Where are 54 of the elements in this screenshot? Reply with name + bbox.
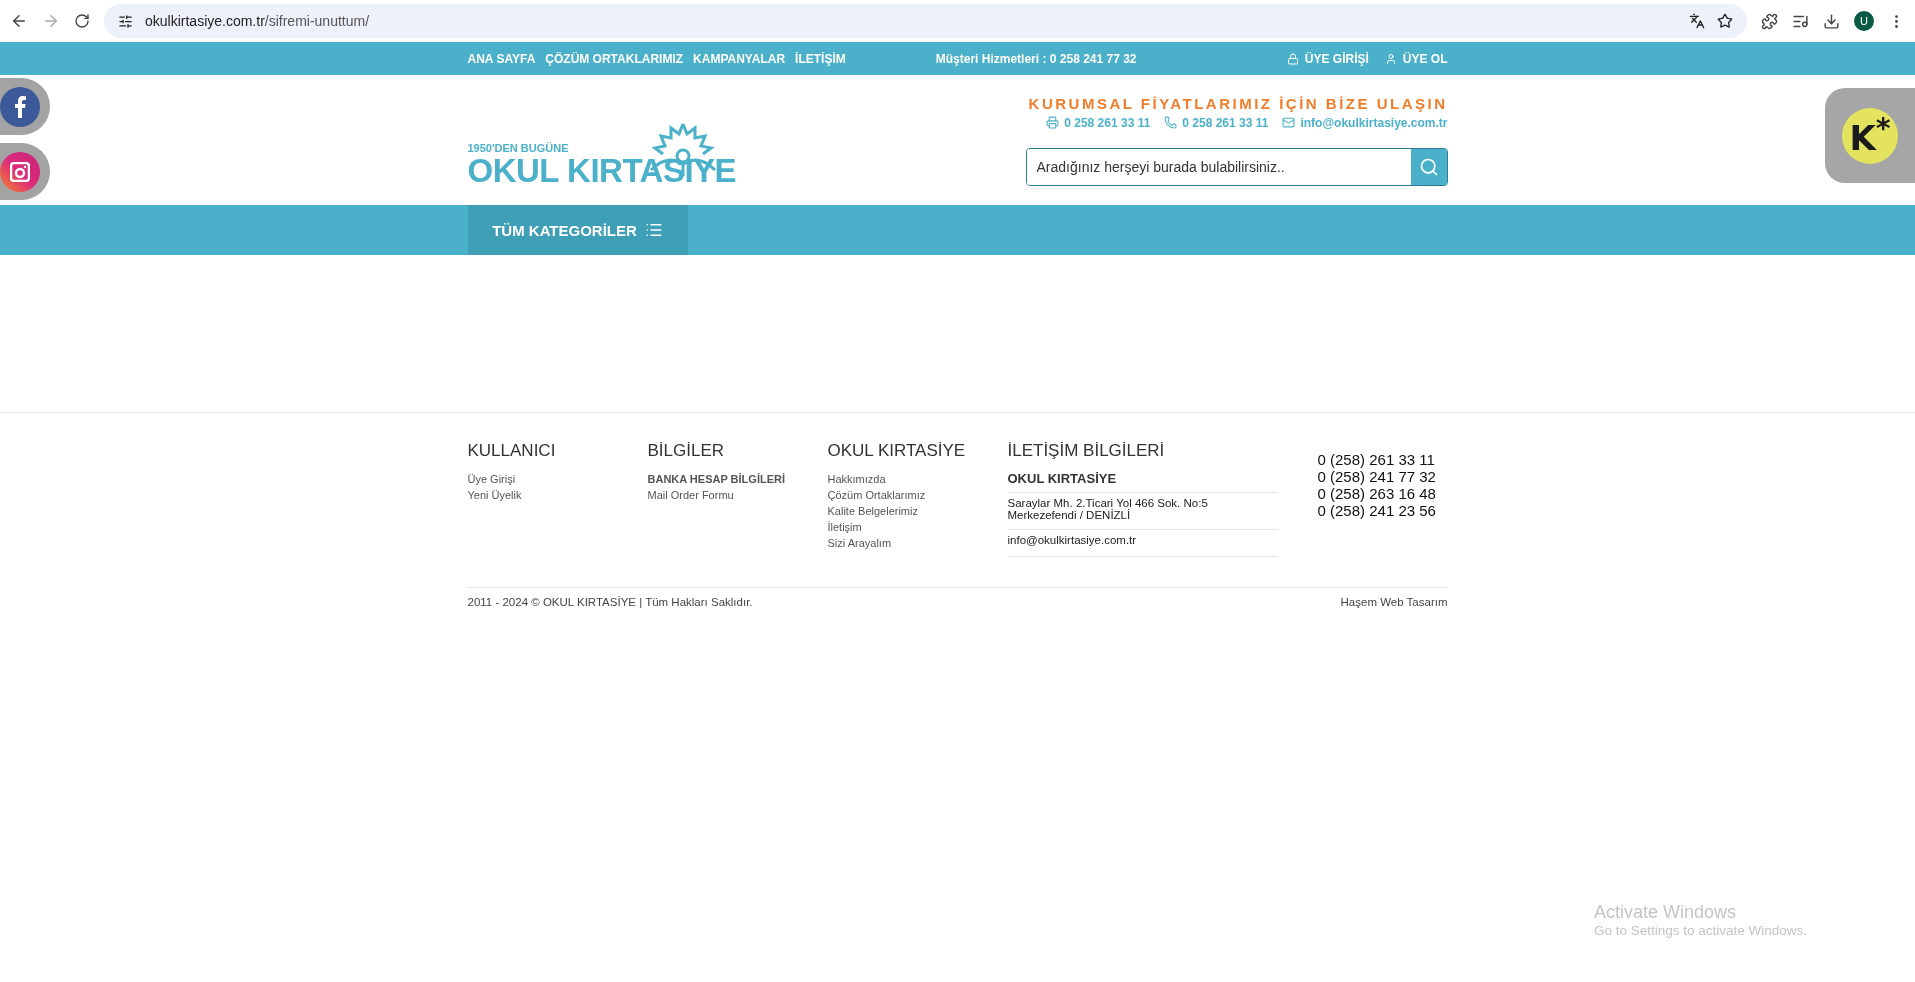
customer-service-text: Müşteri Hizmetleri : 0 258 241 77 32 <box>935 51 1137 66</box>
site-settings-icon[interactable] <box>118 13 133 29</box>
phone-number: 0 (258) 261 33 11 <box>1317 451 1436 468</box>
footer-link[interactable]: İletişim <box>827 519 862 535</box>
search-button[interactable] <box>1410 148 1447 185</box>
email-text: info@okulkirtasiye.com.tr <box>1007 534 1278 557</box>
search-icon <box>1418 156 1439 177</box>
company-name: OKUL KIRTASİYE <box>1007 471 1278 493</box>
back-icon[interactable] <box>10 12 28 30</box>
bookmark-star-icon[interactable] <box>1717 13 1733 29</box>
slogan-text: KURUMSAL FİYATLARIMIZ İÇİN BİZE ULAŞIN <box>1028 94 1448 112</box>
footer-link[interactable]: Çözüm Ortaklarımız <box>827 487 926 503</box>
footer-link[interactable]: Yeni Üyelik <box>467 487 522 503</box>
footer-link[interactable]: Kalite Belgelerimiz <box>827 503 918 519</box>
footer-heading: BİLGİLER <box>647 441 725 461</box>
download-icon[interactable] <box>1823 12 1840 30</box>
mail-icon <box>1282 116 1296 129</box>
activation-subtitle: Go to Settings to activate Windows. <box>1594 923 1808 938</box>
phone-icon <box>1164 116 1178 129</box>
activation-title: Activate Windows <box>1594 902 1738 923</box>
search-field[interactable]: Aradığınız herşeyi burada bulabilirsiniz.. <box>1025 147 1448 186</box>
profile-avatar[interactable]: U <box>1854 11 1874 31</box>
k-logo: K$^{*}$ <box>1842 107 1898 164</box>
footer-link[interactable]: Üye Girişi <box>467 471 516 487</box>
footer-heading: KULLANICI <box>467 441 556 461</box>
address-text: Saraylar Mh. 2.Ticari Yol 466 Sok. No:5 Merkezefendi / DENİZLİ <box>1007 497 1278 530</box>
lock-icon <box>1286 52 1299 65</box>
phone-number: 0 (258) 263 16 48 <box>1317 485 1436 502</box>
footer-link[interactable]: BANKA HESAP BİLGİLERİ <box>647 471 785 487</box>
printer-icon <box>1046 116 1060 129</box>
side-badge[interactable]: K$^{*}$ <box>1825 88 1915 183</box>
phone-number: 0 (258) 241 23 56 <box>1317 502 1436 519</box>
translate-icon[interactable] <box>1689 13 1705 29</box>
extensions-icon[interactable] <box>1761 12 1778 30</box>
phone-text: 0 258 261 33 11 <box>1046 115 1151 130</box>
credit-link[interactable]: Haşem Web Tasarım <box>1340 596 1448 608</box>
reload-icon[interactable] <box>74 13 90 29</box>
copyright-text: 2011 - 2024 © OKUL KIRTASİYE | Tüm Hakları Saklıdır. <box>467 596 753 608</box>
footer-heading: OKUL KIRTASİYE <box>827 441 966 461</box>
footer-link[interactable]: Hakkımızda <box>827 471 886 487</box>
phone-number: 0 (258) 241 77 32 <box>1317 468 1436 485</box>
facebook-button[interactable] <box>0 78 50 135</box>
facebook-icon <box>0 86 40 127</box>
instagram-icon <box>0 151 40 192</box>
list-icon <box>644 221 663 239</box>
logo-tagline: 1950'DEN BUGÜNE <box>467 141 569 154</box>
user-icon <box>1384 52 1397 65</box>
email-text: info@okulkirtasiye.com.tr <box>1282 115 1448 130</box>
footer-link[interactable]: Mail Order Formu <box>647 487 734 503</box>
instagram-button[interactable] <box>0 143 50 200</box>
footer-link[interactable]: Sizi Arayalım <box>827 535 892 551</box>
footer-heading: İLETİŞİM BİLGİLERİ <box>1007 441 1166 461</box>
address-bar[interactable]: okulkirtasiye.com.tr/sifremi-unuttum/ <box>104 4 1747 38</box>
phone-text: 0 258 261 33 11 <box>1164 115 1269 130</box>
